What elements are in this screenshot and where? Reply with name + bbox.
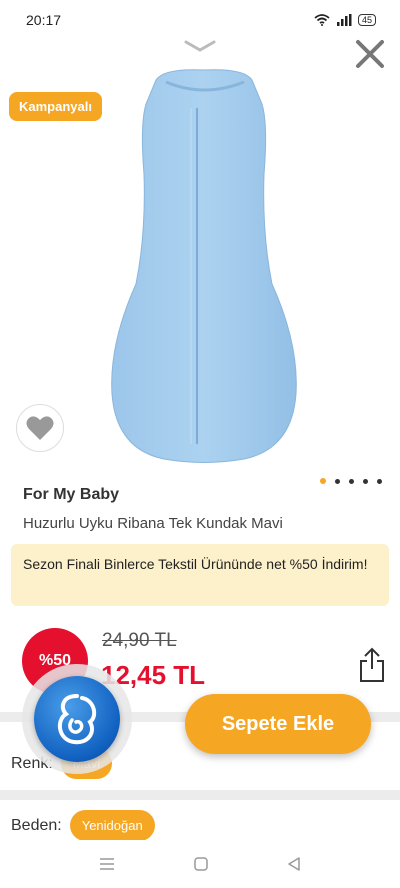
status-time: 20:17 — [26, 12, 62, 28]
product-brand[interactable]: For My Baby — [23, 486, 119, 504]
home-icon[interactable] — [194, 857, 208, 871]
carousel-dot-active[interactable] — [320, 478, 326, 484]
favorite-button[interactable] — [16, 404, 64, 452]
assistant-logo-icon — [57, 694, 97, 745]
size-option-row: Beden: Yenidoğan — [11, 810, 155, 841]
assistant-bubble[interactable] — [22, 664, 132, 774]
carousel-dot[interactable] — [363, 478, 368, 484]
system-nav-bar — [0, 840, 400, 888]
battery-icon: 45 — [357, 14, 376, 26]
close-icon[interactable] — [354, 38, 386, 70]
wifi-icon — [314, 14, 330, 26]
heart-icon — [26, 416, 54, 440]
menu-icon[interactable] — [99, 857, 115, 871]
product-name: Huzurlu Uyku Ribana Tek Kundak Mavi — [23, 515, 283, 532]
size-label: Beden: — [11, 816, 62, 834]
status-icons: 45 — [314, 14, 376, 26]
status-bar: 20:17 45 — [0, 0, 400, 40]
share-icon[interactable] — [358, 647, 386, 683]
carousel-dot[interactable] — [349, 478, 354, 484]
carousel-dot[interactable] — [377, 478, 382, 484]
promo-banner: Sezon Finali Binlerce Tekstil Ürününde n… — [11, 544, 389, 606]
carousel-dot[interactable] — [335, 478, 340, 484]
section-divider — [0, 790, 400, 800]
back-icon[interactable] — [287, 857, 301, 871]
collapse-chevron-icon[interactable] — [184, 40, 216, 52]
assistant-logo — [34, 676, 120, 762]
signal-icon — [336, 14, 352, 26]
carousel-indicator — [320, 478, 382, 484]
old-price: 24,90 TL — [102, 630, 177, 651]
product-image[interactable] — [94, 64, 314, 474]
campaign-badge: Kampanyalı — [9, 92, 102, 121]
add-to-cart-button[interactable]: Sepete Ekle — [185, 694, 371, 754]
size-chip[interactable]: Yenidoğan — [69, 810, 155, 841]
